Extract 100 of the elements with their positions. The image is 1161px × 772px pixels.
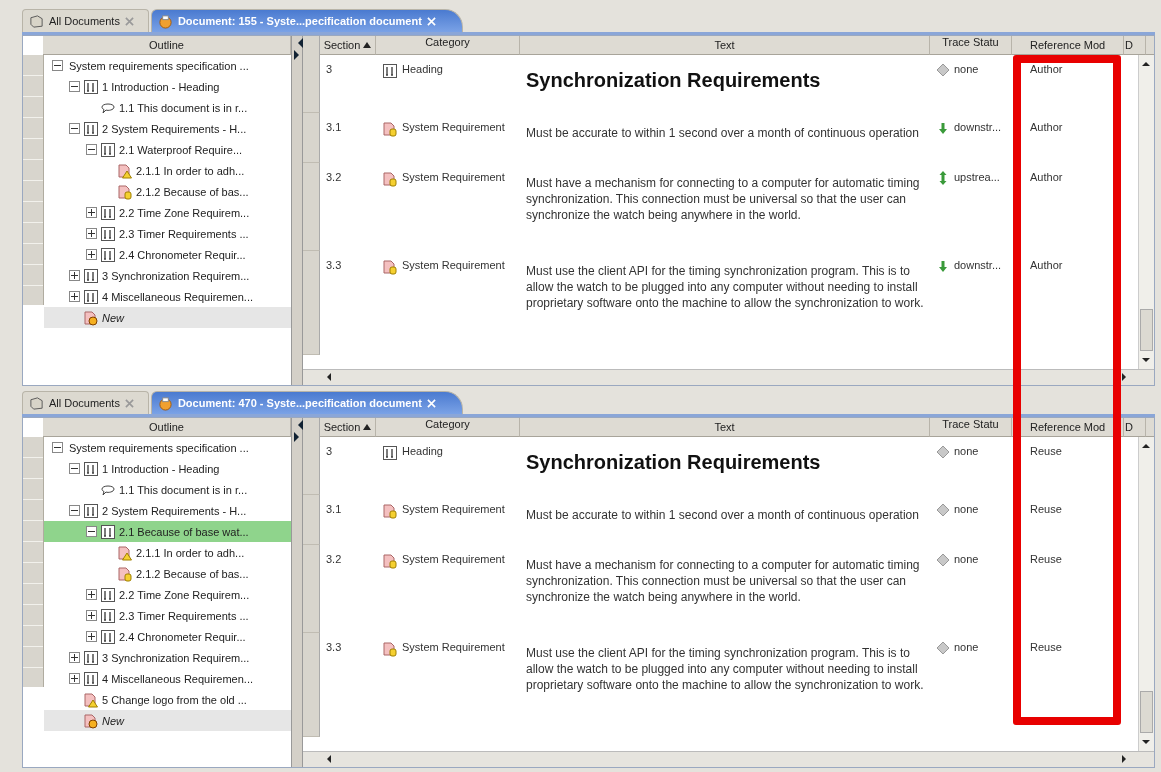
category-label: System Requirement bbox=[402, 503, 505, 515]
expander-icon[interactable] bbox=[69, 652, 80, 663]
tree-item[interactable]: 2.1.1 In order to adh... bbox=[44, 542, 291, 563]
tree-item[interactable]: 1.1 This document is in r... bbox=[44, 479, 291, 500]
document-tab[interactable]: All Documents bbox=[22, 391, 149, 414]
heading-icon bbox=[83, 267, 99, 284]
column-header[interactable]: Reference Mod bbox=[1012, 36, 1124, 55]
expander-icon[interactable] bbox=[69, 291, 80, 302]
expander-icon[interactable] bbox=[69, 673, 80, 684]
document-tab[interactable]: All Documents bbox=[22, 9, 149, 32]
diamond-icon bbox=[936, 503, 950, 517]
category-label: System Requirement bbox=[402, 641, 505, 653]
sort-icon bbox=[363, 424, 372, 430]
header-filler bbox=[1146, 418, 1154, 437]
tree-item[interactable]: 2.4 Chronometer Requir... bbox=[44, 244, 291, 265]
heading-icon bbox=[83, 649, 99, 666]
tree-item[interactable]: 1.1 This document is in r... bbox=[44, 97, 291, 118]
expander-icon[interactable] bbox=[69, 505, 80, 516]
expander-icon[interactable] bbox=[86, 207, 97, 218]
column-header[interactable]: Outline bbox=[43, 418, 291, 437]
expander-icon[interactable] bbox=[52, 60, 63, 71]
tree-item[interactable]: 2.1 Waterproof Require... bbox=[44, 139, 291, 160]
tree-item[interactable]: 2.2 Time Zone Requirem... bbox=[44, 202, 291, 223]
trace-status: none bbox=[954, 63, 979, 75]
tree-item[interactable]: System requirements specification ... bbox=[44, 437, 291, 458]
section-cell-text: 3.3 bbox=[325, 640, 343, 655]
trace-status: upstrea... bbox=[954, 171, 1000, 183]
column-header[interactable]: Text bbox=[520, 418, 930, 437]
column-header[interactable]: Section bbox=[320, 418, 376, 437]
document-icon bbox=[157, 13, 173, 29]
document-icon bbox=[157, 395, 173, 411]
column-header[interactable]: Category bbox=[376, 36, 520, 55]
requirement-icon bbox=[382, 553, 398, 569]
horizontal-scrollbar[interactable] bbox=[303, 751, 1154, 767]
trace-status: downstr... bbox=[954, 121, 1002, 133]
expander-icon[interactable] bbox=[86, 631, 97, 642]
requirement-icon bbox=[382, 121, 398, 137]
tree-item[interactable]: New bbox=[44, 710, 291, 731]
column-header[interactable]: Category bbox=[376, 418, 520, 437]
tree-item[interactable]: 4 Miscellaneous Requiremen... bbox=[44, 668, 291, 689]
tree-item[interactable]: System requirements specification ... bbox=[44, 55, 291, 76]
section-cell-text: 3 bbox=[325, 444, 334, 459]
header-corner bbox=[303, 36, 320, 55]
vertical-scrollbar[interactable] bbox=[1138, 437, 1154, 751]
heading-icon bbox=[83, 460, 99, 477]
column-header[interactable]: Section bbox=[320, 36, 376, 55]
tree-item[interactable]: 2.1.2 Because of bas... bbox=[44, 563, 291, 584]
expander-icon[interactable] bbox=[86, 228, 97, 239]
reference-mode: Author bbox=[1030, 63, 1063, 75]
expander-icon[interactable] bbox=[86, 526, 97, 537]
tree-item[interactable]: 2 System Requirements - H... bbox=[44, 500, 291, 521]
header-corner bbox=[303, 418, 320, 437]
expander-icon[interactable] bbox=[69, 463, 80, 474]
expander-icon[interactable] bbox=[86, 610, 97, 621]
tree-item[interactable]: 3 Synchronization Requirem... bbox=[44, 265, 291, 286]
horizontal-scrollbar[interactable] bbox=[303, 369, 1154, 385]
requirement-text: Synchronization Requirements bbox=[526, 68, 822, 92]
requirement-text: Must have a mechanism for connecting to a computer for automatic timing synchronization. This connection must be universal so that the user can synchronize the watch being anywhere in the world. bbox=[526, 557, 921, 605]
vertical-scrollbar[interactable] bbox=[1138, 55, 1154, 369]
requirement-text: Must be accurate to within 1 second over a month of continuous operation bbox=[526, 125, 920, 141]
category-label: Heading bbox=[402, 445, 443, 457]
heading-icon bbox=[83, 120, 99, 137]
expander-icon[interactable] bbox=[69, 81, 80, 92]
tree-item[interactable]: 2.3 Timer Requirements ... bbox=[44, 223, 291, 244]
expander-icon[interactable] bbox=[69, 270, 80, 281]
expander-icon[interactable] bbox=[86, 589, 97, 600]
column-header[interactable]: Trace Statu bbox=[930, 418, 1012, 437]
tree-item[interactable]: 4 Miscellaneous Requiremen... bbox=[44, 286, 291, 307]
down-arrow-icon bbox=[936, 259, 950, 273]
tree-item[interactable]: 2.2 Time Zone Requirem... bbox=[44, 584, 291, 605]
tree-item[interactable]: 5 Change logo from the old ... bbox=[44, 689, 291, 710]
column-header[interactable]: D bbox=[1124, 418, 1146, 437]
tree-item[interactable]: 2.1.2 Because of bas... bbox=[44, 181, 291, 202]
trace-status: none bbox=[954, 503, 979, 515]
requirement-text: Must use the client API for the timing synchronization program. This is to allow the watch to be plugged into any computer without needing to install proprietary software onto the machine to allow the synchronization to work. bbox=[526, 645, 925, 693]
expander-icon[interactable] bbox=[86, 144, 97, 155]
column-header[interactable]: Trace Statu bbox=[930, 36, 1012, 55]
section-cell-text: 3.1 bbox=[325, 502, 343, 517]
sort-icon bbox=[363, 42, 372, 48]
tree-item[interactable]: 2.4 Chronometer Requir... bbox=[44, 626, 291, 647]
heading-icon bbox=[100, 141, 116, 158]
tree-item[interactable]: New bbox=[44, 307, 291, 328]
tree-item[interactable]: 1 Introduction - Heading bbox=[44, 458, 291, 479]
expander-icon[interactable] bbox=[52, 442, 63, 453]
requirement-icon bbox=[382, 171, 398, 187]
column-header[interactable]: D bbox=[1124, 36, 1146, 55]
expander-icon[interactable] bbox=[86, 249, 97, 260]
column-header[interactable]: Text bbox=[520, 36, 930, 55]
tree-item[interactable]: 3 Synchronization Requirem... bbox=[44, 647, 291, 668]
folder-icon bbox=[29, 13, 44, 29]
tree-item[interactable]: 2.1 Because of base wat... bbox=[44, 521, 291, 542]
requirement-text: Synchronization Requirements bbox=[526, 450, 822, 474]
heading-icon bbox=[100, 607, 116, 624]
expander-icon[interactable] bbox=[69, 123, 80, 134]
tree-item[interactable]: 2 System Requirements - H... bbox=[44, 118, 291, 139]
down-arrow-icon bbox=[936, 121, 950, 135]
tree-item[interactable]: 2.3 Timer Requirements ... bbox=[44, 605, 291, 626]
tree-item[interactable]: 1 Introduction - Heading bbox=[44, 76, 291, 97]
column-header[interactable]: Outline bbox=[43, 36, 291, 55]
tree-item[interactable]: 2.1.1 In order to adh... bbox=[44, 160, 291, 181]
